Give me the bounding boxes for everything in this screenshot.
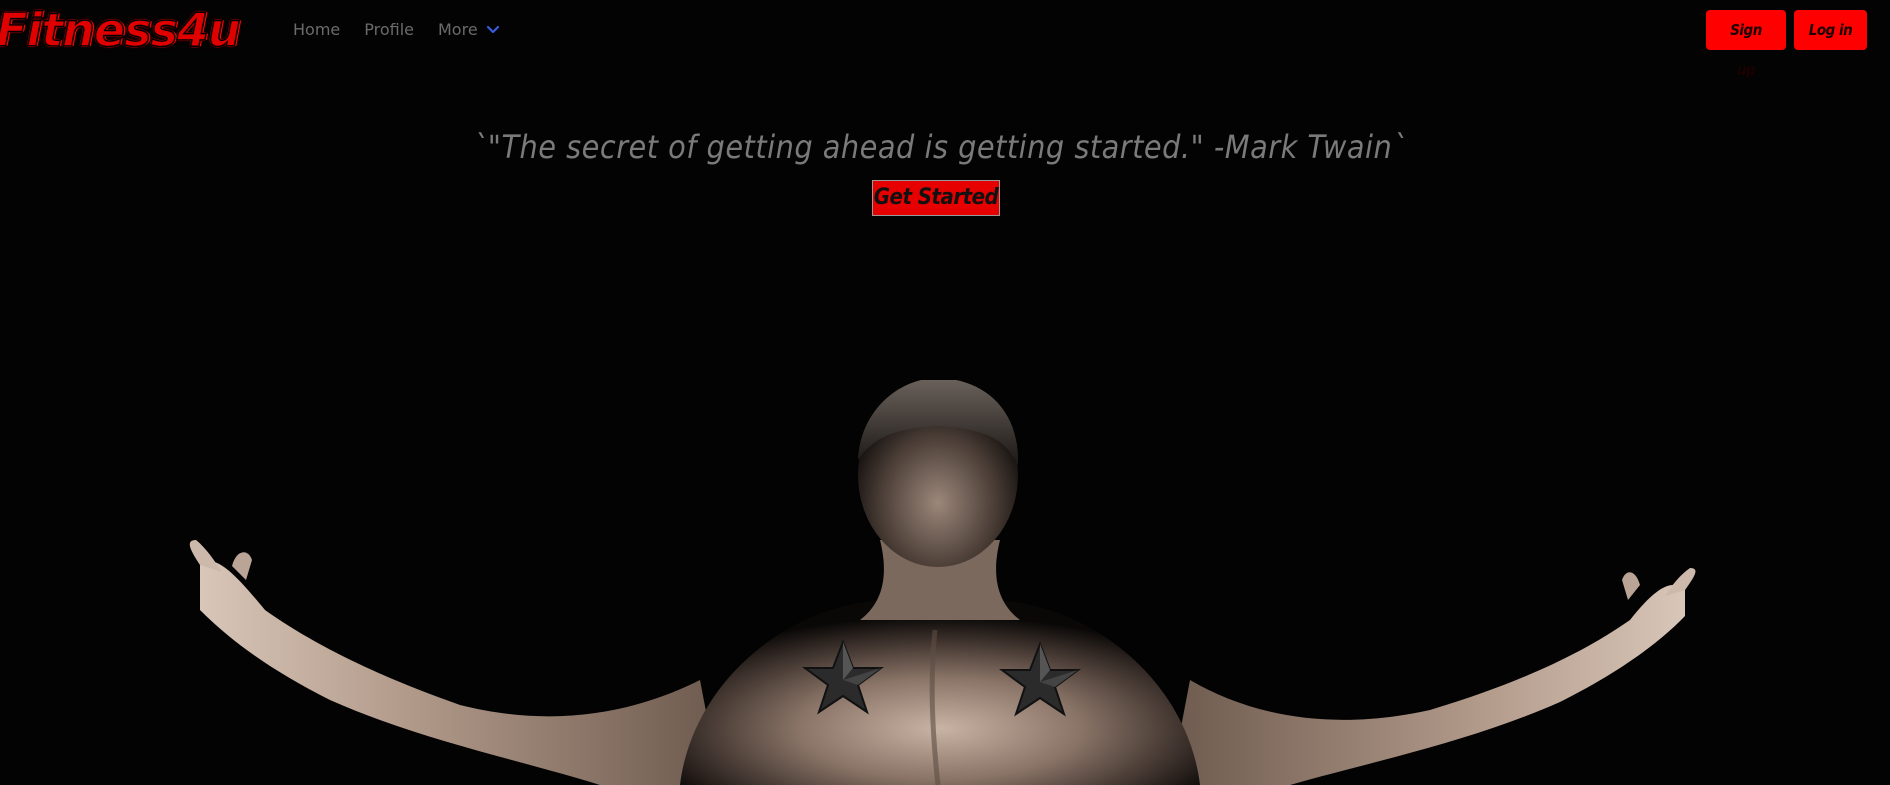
nav-home-link[interactable]: Home xyxy=(293,19,340,41)
landing-page: Fitness4u Home Profile More Sign up Log … xyxy=(0,0,1890,785)
nav-more-dropdown[interactable]: More xyxy=(438,19,500,41)
login-button[interactable]: Log in xyxy=(1794,10,1867,50)
nav-more-label: More xyxy=(438,20,478,39)
get-started-button[interactable]: Get Started xyxy=(872,180,1000,216)
nav-links: Home Profile More xyxy=(293,19,524,41)
left-arm xyxy=(200,561,720,785)
back-torso xyxy=(680,597,1200,785)
hero-quote: `"The secret of getting ahead is getting… xyxy=(472,128,1408,166)
chevron-down-icon xyxy=(486,25,499,34)
navbar: Fitness4u Home Profile More Sign up Log … xyxy=(0,0,1890,79)
brand-logo[interactable]: Fitness4u xyxy=(0,2,241,58)
auth-buttons: Sign up Log in xyxy=(1698,10,1867,79)
signup-button[interactable]: Sign up xyxy=(1706,10,1786,79)
nav-profile-link[interactable]: Profile xyxy=(364,19,414,41)
right-arm xyxy=(1170,584,1685,785)
hero-image xyxy=(189,380,1696,785)
